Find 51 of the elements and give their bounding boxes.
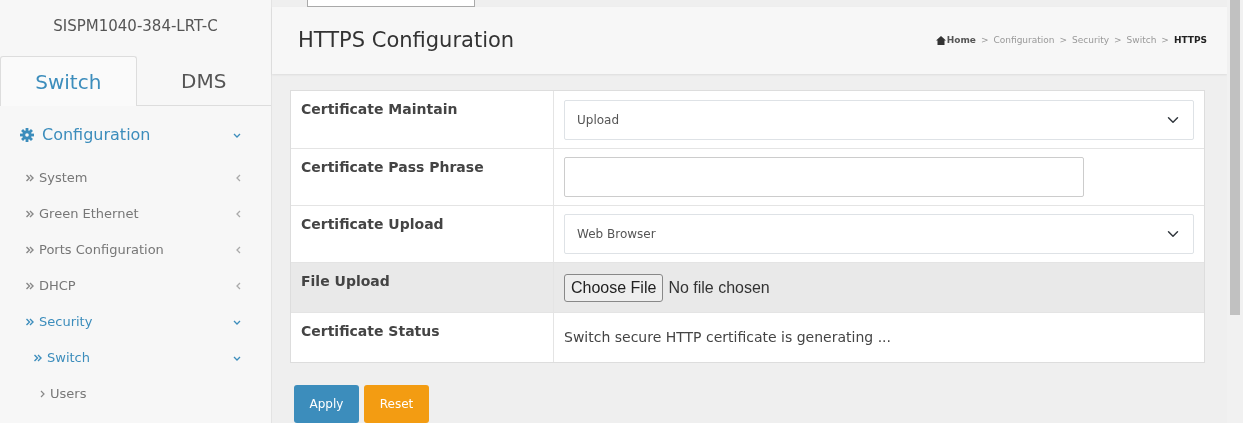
menu-item[interactable]: Configuration — [0, 110, 271, 160]
breadcrumb-separator: > — [980, 33, 989, 47]
double-chevron-icon — [26, 210, 34, 218]
status-text: Switch secure HTTP certificate is generating ... — [564, 328, 891, 347]
menu-item[interactable]: Green Ethernet — [0, 196, 271, 232]
input-field[interactable] — [564, 157, 1084, 197]
home-icon — [935, 36, 946, 46]
double-chevron-icon — [34, 354, 42, 362]
apply-button[interactable]: Apply — [294, 385, 359, 423]
sidebar-tab[interactable]: DMS — [136, 56, 271, 105]
file-status: No file chosen — [668, 277, 770, 298]
breadcrumb-link[interactable]: Switch — [1126, 33, 1157, 48]
menu-item[interactable]: Ports Configuration — [0, 232, 271, 268]
chevron-left-icon — [236, 210, 241, 218]
breadcrumb-separator: > — [1161, 33, 1169, 47]
breadcrumb-link[interactable]: Home — [946, 33, 976, 48]
chevron-down-icon — [233, 319, 241, 325]
field-label: Certificate Upload — [291, 206, 554, 262]
device-name: SISPM1040-384-LRT-C — [52, 15, 219, 37]
breadcrumb-link[interactable]: Configuration — [993, 33, 1055, 48]
breadcrumb-separator: > — [1059, 33, 1068, 47]
field-label: Certificate Pass Phrase — [291, 149, 554, 205]
reset-button[interactable]: Reset — [364, 385, 429, 423]
field-label: Certificate Status — [291, 313, 554, 362]
menu-item[interactable]: Security — [0, 304, 271, 340]
breadcrumb-link[interactable]: Security — [1072, 33, 1110, 48]
menu-item[interactable]: Switch — [0, 340, 271, 376]
menu-item[interactable]: System — [0, 160, 271, 196]
select-field[interactable]: Web Browser — [564, 214, 1194, 254]
input-field[interactable] — [307, 0, 475, 8]
menu-item[interactable]: DHCP — [0, 268, 271, 304]
scrollbar-thumb[interactable] — [1230, 0, 1240, 315]
breadcrumb-separator: > — [1114, 33, 1122, 47]
double-chevron-icon — [26, 246, 34, 254]
field-label: Certificate Maintain — [291, 91, 554, 148]
double-chevron-icon — [26, 282, 34, 290]
chevron-down-icon — [233, 355, 241, 361]
chevron-left-icon — [236, 246, 241, 254]
field-label: File Upload — [291, 263, 554, 312]
chevron-down-icon — [233, 132, 241, 138]
double-chevron-icon — [26, 318, 34, 326]
chevron-right-icon — [40, 390, 45, 398]
chevron-left-icon — [236, 282, 241, 290]
gear-icon — [20, 128, 34, 142]
select-field[interactable]: Upload — [564, 99, 1194, 140]
chevron-left-icon — [236, 174, 241, 182]
page-title: HTTPS Configuration — [298, 28, 515, 54]
menu-item[interactable]: Users — [0, 376, 271, 412]
double-chevron-icon — [26, 174, 34, 182]
choose-file-button[interactable]: Choose File — [564, 273, 664, 302]
sidebar-tab[interactable]: Switch — [0, 56, 137, 106]
